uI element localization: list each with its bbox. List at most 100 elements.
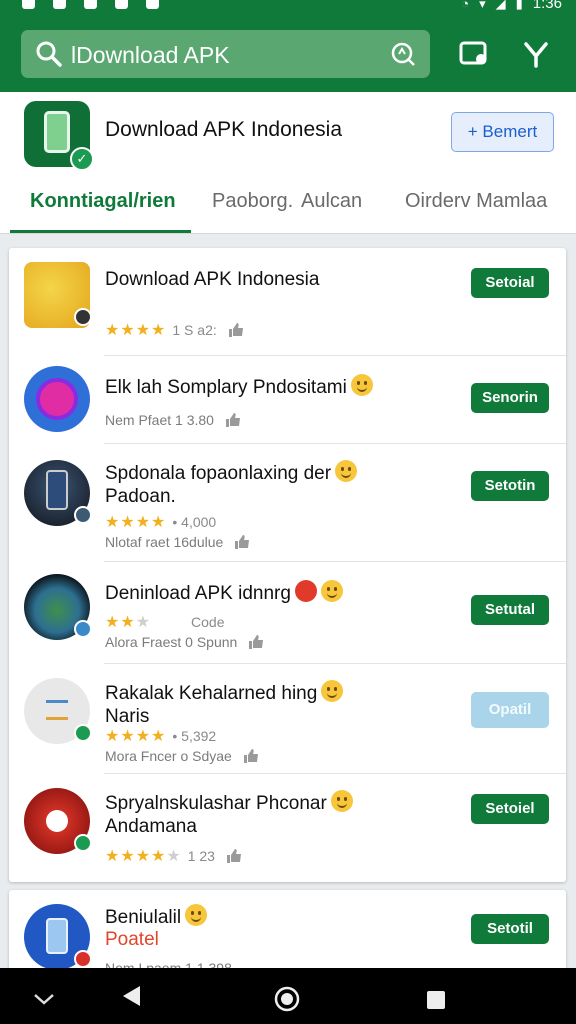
thumbs-up-icon[interactable] <box>242 747 260 765</box>
voice-search-icon[interactable] <box>390 41 416 67</box>
list-item[interactable]: Beniulalil Poatel Nem Lpaom 1 1.398 Seto… <box>9 890 566 980</box>
install-button[interactable]: Setotil <box>471 914 549 944</box>
star-rating: ★★★★ <box>105 322 167 339</box>
search-query[interactable]: lDownload APK <box>71 42 230 69</box>
smile-emoji-icon <box>330 790 353 812</box>
tab-2[interactable]: Aulcan <box>301 190 362 213</box>
list-item[interactable]: Elk lah Somplary Pndositami Nem Pfaet 1 … <box>9 356 566 444</box>
status-dot-icon <box>74 950 92 968</box>
app-rating: ★★★ Code <box>105 614 225 631</box>
page-title: Download APK Indonesia <box>105 118 342 141</box>
list-item[interactable]: Download APK Indonesia ★★★★ 1 S a2: Setoi… <box>9 248 566 356</box>
tab-bar: Konntiagal/rien Paoborg. Aulcan Oirderv … <box>0 184 576 234</box>
app-rating: ★★★★ • 5,392 <box>105 728 217 745</box>
install-button[interactable]: Opatil <box>471 692 549 728</box>
chevron-down-icon[interactable] <box>32 992 56 1006</box>
install-button[interactable]: Setutal <box>471 595 549 625</box>
tab-0[interactable]: Konntiagal/rien <box>30 190 176 213</box>
back-icon[interactable] <box>120 984 142 1008</box>
star-rating: ★★★★ <box>105 514 167 531</box>
app-logo-ring <box>36 378 78 420</box>
list-item[interactable]: Deninload APK idnnrg ★★★ Code Alora Fraes… <box>9 562 566 664</box>
star-rating: ★★★★★ <box>105 848 182 865</box>
phone-icon <box>46 470 68 510</box>
search-bar[interactable]: lDownload APK <box>21 30 430 78</box>
tab-3[interactable]: Oirderv Mamlaa <box>405 190 547 213</box>
thumbs-up-icon[interactable] <box>227 321 245 339</box>
smile-emoji-icon <box>320 580 343 602</box>
status-dot-icon <box>74 620 92 638</box>
page-header: ✓ Download APK Indonesia + Bemert Konnti… <box>0 92 576 234</box>
app-subtitle: Poatel <box>105 929 159 950</box>
tab-1[interactable]: Paoborg. <box>212 190 293 213</box>
smile-emoji-icon <box>335 460 358 482</box>
status-dot-icon <box>74 506 92 524</box>
list-item[interactable]: Rakalak Kehalarned hing Naris ★★★★ • 5,392… <box>9 664 566 774</box>
battery-icon: ▮ <box>515 0 523 11</box>
star-rating: ★★★★ <box>105 728 167 745</box>
app-icon <box>24 788 92 854</box>
app-list: Download APK Indonesia ★★★★ 1 S a2: Setoi… <box>9 248 566 882</box>
app-icon <box>24 262 92 328</box>
share-icon[interactable] <box>520 38 552 70</box>
search-icon <box>36 41 62 67</box>
app-icon <box>24 366 90 432</box>
system-nav-bar <box>0 968 576 1024</box>
app-title[interactable]: Beniulalil <box>105 904 465 929</box>
smile-emoji-icon <box>185 904 208 926</box>
status-dot-icon <box>74 834 92 852</box>
signal-icon: ◢ <box>495 0 506 11</box>
app-meta: Alora Fraest 0 Spunn <box>105 633 265 651</box>
notification-icon <box>115 0 128 9</box>
app-rating: ★★★★★ 1 23 <box>105 846 243 866</box>
alarm-icon: ◔ <box>461 0 470 11</box>
notification-icon <box>53 0 66 9</box>
install-button[interactable]: Setoial <box>471 268 549 298</box>
app-title[interactable]: Elk lah Somplary Pndositami <box>105 374 465 399</box>
app-list-next: Beniulalil Poatel Nem Lpaom 1 1.398 Seto… <box>9 890 566 980</box>
app-rating: ★★★★ 1 S a2: <box>105 320 245 340</box>
app-glyph <box>46 700 68 720</box>
status-dot-icon <box>74 308 92 326</box>
status-bar: ◔ ▾ ◢ ▮ 1:36 <box>0 0 576 18</box>
app-icon <box>24 460 92 526</box>
app-title[interactable]: Spdonala fopaonlaxing der Padoan. <box>105 460 465 508</box>
active-tab-indicator <box>10 230 191 233</box>
app-title[interactable]: Rakalak Kehalarned hing Naris <box>105 680 465 728</box>
list-item[interactable]: Spdonala fopaonlaxing der Padoan. ★★★★ • 4… <box>9 444 566 562</box>
thumbs-up-icon[interactable] <box>247 633 265 651</box>
app-icon <box>24 678 92 744</box>
app-bar: lDownload APK <box>0 18 576 92</box>
app-rating: ★★★★ • 4,000 <box>105 514 217 531</box>
install-button[interactable]: Setotin <box>471 471 549 501</box>
app-logo: ✓ <box>24 101 94 171</box>
list-item[interactable]: Spryalnskulashar Phconar Andamana ★★★★★ 1 … <box>9 774 566 882</box>
follow-button[interactable]: + Bemert <box>451 112 554 152</box>
notification-icon <box>146 0 159 9</box>
recents-icon[interactable] <box>426 990 446 1010</box>
notification-icon <box>22 0 35 9</box>
app-title[interactable]: Deninload APK idnnrg <box>105 580 465 605</box>
star-rating: ★★★ <box>105 614 152 631</box>
notification-icon <box>84 0 97 9</box>
phone-icon <box>44 111 70 153</box>
app-meta: Nlotaf raet 16dulue <box>105 533 251 551</box>
app-icon <box>24 574 92 640</box>
smile-emoji-icon <box>321 680 344 702</box>
thumbs-up-icon[interactable] <box>224 411 242 429</box>
app-title[interactable]: Spryalnskulashar Phconar Andamana <box>105 790 465 838</box>
home-icon[interactable] <box>274 986 300 1012</box>
cast-icon[interactable] <box>458 38 490 70</box>
wifi-icon: ▾ <box>479 0 486 11</box>
red-dot-icon <box>294 580 317 602</box>
app-glyph <box>46 810 68 832</box>
install-button[interactable]: Senorin <box>471 383 549 413</box>
app-meta: Nem Pfaet 1 3.80 <box>105 411 242 429</box>
app-meta: Mora Fncer o Sdyae <box>105 747 260 765</box>
install-button[interactable]: Setoiel <box>471 794 549 824</box>
smile-emoji-icon <box>350 374 373 396</box>
thumbs-up-icon[interactable] <box>233 533 251 551</box>
app-title[interactable]: Download APK Indonesia <box>105 268 465 291</box>
thumbs-up-icon[interactable] <box>225 847 243 865</box>
verified-badge-icon: ✓ <box>70 147 94 171</box>
